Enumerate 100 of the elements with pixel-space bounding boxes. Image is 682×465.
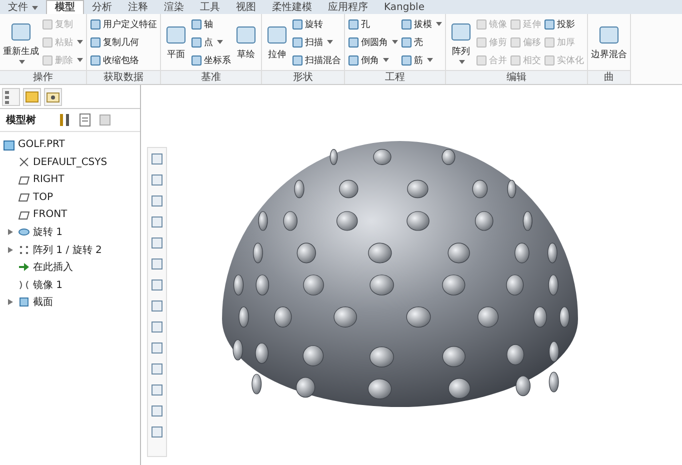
tool-icon bbox=[191, 54, 202, 66]
ribbon-button[interactable]: 旋转 bbox=[291, 16, 342, 32]
tool-icon bbox=[510, 18, 521, 30]
ribbon-button[interactable]: 复制几何 bbox=[89, 34, 158, 50]
view-tool-icon[interactable] bbox=[150, 404, 164, 418]
tree-item[interactable]: DEFAULT_CSYS bbox=[33, 156, 108, 168]
view-tool-icon[interactable] bbox=[150, 425, 164, 439]
tree-item[interactable]: FRONT bbox=[33, 209, 68, 220]
tool-icon bbox=[292, 18, 303, 30]
csys-icon bbox=[18, 156, 30, 168]
ribbon-tab[interactable]: 注释 bbox=[120, 1, 156, 14]
ribbon-tab[interactable]: 视图 bbox=[228, 1, 264, 14]
ribbon-tab[interactable]: 应用程序 bbox=[320, 1, 376, 14]
tree-item[interactable]: 截面 bbox=[33, 295, 53, 310]
ribbon-tab[interactable]: 柔性建模 bbox=[264, 1, 320, 14]
tool-icon bbox=[191, 36, 202, 48]
tool-icon bbox=[401, 54, 412, 66]
ribbon-button[interactable]: 用户定义特征 bbox=[89, 16, 158, 32]
ribbon-button[interactable]: 阵列 bbox=[448, 16, 474, 68]
ribbon-button[interactable]: 扫描 bbox=[291, 34, 342, 50]
expand-arrow-icon[interactable] bbox=[8, 246, 12, 253]
view-tool-icon[interactable] bbox=[150, 383, 164, 397]
ribbon-button[interactable]: 倒圆角 bbox=[347, 34, 399, 50]
tool-icon bbox=[42, 18, 53, 30]
expand-arrow-icon[interactable] bbox=[8, 229, 12, 236]
tree-item[interactable]: 镜像 1 bbox=[33, 278, 63, 292]
tool-icon bbox=[510, 54, 521, 66]
tree-item[interactable]: 旋转 1 bbox=[33, 225, 63, 240]
view-tool-icon[interactable] bbox=[150, 152, 164, 166]
tool-icon bbox=[401, 18, 412, 30]
ribbon-button[interactable]: 拔模 bbox=[400, 16, 443, 32]
view-tool-icon[interactable] bbox=[150, 299, 164, 313]
group-label: 工程 bbox=[345, 70, 445, 84]
tool-icon bbox=[401, 36, 412, 48]
mirror-icon bbox=[18, 278, 30, 291]
tool-icon bbox=[9, 20, 33, 42]
tree-item[interactable]: 阵列 1 / 旋转 2 bbox=[33, 242, 102, 257]
view-tool-icon[interactable] bbox=[150, 341, 164, 355]
tree-item[interactable]: 在此插入 bbox=[33, 260, 73, 274]
tool-icon bbox=[42, 36, 53, 48]
group-label: 曲 bbox=[588, 70, 630, 84]
ribbon-button[interactable]: 平面 bbox=[163, 16, 189, 68]
tool-icon bbox=[90, 36, 101, 48]
ribbon-button[interactable]: 壳 bbox=[400, 34, 443, 50]
ribbon-tab[interactable]: 模型 bbox=[46, 0, 84, 14]
ribbon-tab[interactable]: 工具 bbox=[192, 1, 228, 14]
tree-item[interactable]: GOLF.PRT bbox=[18, 139, 65, 150]
ribbon-button[interactable]: 扫描混合 bbox=[291, 52, 342, 68]
tree-item[interactable]: RIGHT bbox=[33, 174, 64, 186]
ribbon-button[interactable]: 边界混合 bbox=[590, 16, 628, 68]
ribbon-button[interactable]: 重新生成 bbox=[2, 16, 40, 68]
camera-tab-icon[interactable] bbox=[44, 88, 62, 106]
group-label: 形状 bbox=[262, 70, 344, 84]
ribbon-button[interactable]: 投影 bbox=[543, 16, 585, 32]
view-tool-icon[interactable] bbox=[150, 320, 164, 334]
ribbon-button[interactable]: 点 bbox=[190, 34, 232, 50]
tool-icon bbox=[42, 54, 53, 66]
ribbon-tab[interactable]: 文件 bbox=[0, 1, 46, 14]
group-label: 基准 bbox=[161, 70, 261, 84]
ribbon-button[interactable]: 拉伸 bbox=[264, 16, 290, 68]
view-tool-icon[interactable] bbox=[150, 257, 164, 271]
ribbon-button[interactable]: 草绘 bbox=[233, 16, 259, 68]
list-icon[interactable] bbox=[78, 113, 92, 127]
ribbon-button[interactable]: 坐标系 bbox=[190, 52, 232, 68]
group-label: 获取数据 bbox=[87, 70, 160, 84]
ribbon-button[interactable]: 轴 bbox=[190, 16, 232, 32]
tool-icon bbox=[544, 36, 555, 48]
insert-icon bbox=[18, 261, 30, 274]
tool-icon bbox=[265, 24, 289, 46]
view-tool-icon[interactable] bbox=[150, 194, 164, 208]
tool-icon bbox=[449, 20, 473, 42]
tool-icon bbox=[164, 24, 188, 46]
ribbon-button[interactable]: 孔 bbox=[347, 16, 399, 32]
tree-tab-icon[interactable] bbox=[2, 88, 20, 106]
tool-icon bbox=[292, 54, 303, 66]
ribbon-tab[interactable]: 渲染 bbox=[156, 1, 192, 14]
ribbon-button[interactable]: 筋 bbox=[400, 52, 443, 68]
section-icon bbox=[18, 296, 30, 308]
view-tool-icon[interactable] bbox=[150, 278, 164, 292]
tool-icon bbox=[544, 18, 555, 30]
tool-icon bbox=[191, 18, 202, 30]
panel-title: 模型树 bbox=[6, 114, 36, 127]
ribbon-tab[interactable]: 分析 bbox=[84, 1, 120, 14]
ribbon-tab[interactable]: Kangble bbox=[376, 1, 432, 14]
tool-icon bbox=[544, 54, 555, 66]
view-tool-icon[interactable] bbox=[150, 215, 164, 229]
expand-arrow-icon[interactable] bbox=[8, 299, 12, 306]
ribbon-button[interactable]: 收缩包络 bbox=[89, 52, 158, 68]
tool-icon bbox=[90, 18, 101, 30]
folder-tab-icon[interactable] bbox=[23, 88, 41, 106]
ribbon-button[interactable]: 倒角 bbox=[347, 52, 399, 68]
tree-item[interactable]: TOP bbox=[33, 192, 54, 203]
tool-icon bbox=[597, 24, 621, 46]
plane-icon bbox=[18, 208, 30, 221]
tool-icon bbox=[348, 36, 359, 48]
part-icon bbox=[3, 138, 15, 151]
view-tool-icon[interactable] bbox=[150, 173, 164, 187]
view-tool-icon[interactable] bbox=[150, 236, 164, 250]
view-tool-icon[interactable] bbox=[150, 362, 164, 376]
tool-icon bbox=[234, 24, 258, 46]
